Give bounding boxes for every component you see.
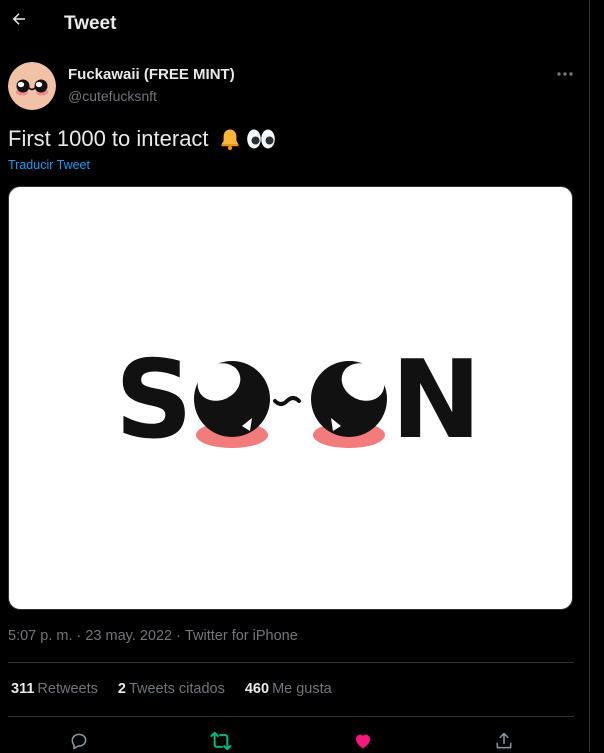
likes-count: 460 [244, 681, 270, 697]
like-icon [355, 734, 371, 749]
arrow-left-icon [12, 13, 25, 25]
retweets-stat[interactable]: 311 Retweets [11, 681, 98, 697]
meta-separator: · [176, 628, 181, 644]
tweet-actions [0, 727, 589, 752]
likes-stat[interactable]: 460 Me gusta [245, 681, 332, 697]
likes-label: Me gusta [272, 681, 332, 697]
page-title: Tweet [64, 13, 117, 34]
top-bar: Tweet [0, 0, 589, 48]
tweet-date[interactable]: 23 may. 2022 [85, 628, 172, 644]
like-button[interactable] [351, 729, 375, 753]
tweet-metadata: 5:07 p. m. · 23 may. 2022 · Twitter for iPho… [8, 628, 298, 644]
quotes-count: 2 [117, 681, 126, 697]
column-border [589, 0, 590, 752]
tweet-text: First 1000 to interact [8, 126, 276, 152]
svg-text:S: S [115, 338, 193, 463]
quotes-stat[interactable]: 2 Tweets citados [118, 681, 225, 697]
retweets-label: Retweets [37, 681, 98, 697]
svg-text:N: N [391, 338, 481, 463]
tweet-media-image[interactable]: S N [8, 186, 573, 610]
more-options-button[interactable] [552, 64, 578, 84]
meta-separator: · [76, 628, 82, 644]
divider [8, 662, 574, 663]
retweet-button[interactable] [209, 729, 233, 753]
quotes-label: Tweets citados [128, 681, 225, 697]
divider [8, 716, 574, 717]
eyes-emoji [246, 127, 276, 151]
tweet-time[interactable]: 5:07 p. m. [8, 628, 72, 644]
tweet-text-content: First 1000 to interact [8, 126, 209, 151]
share-button[interactable] [492, 729, 516, 753]
reply-button[interactable] [67, 729, 91, 753]
retweets-count: 311 [11, 681, 35, 697]
retweet-icon [210, 731, 232, 751]
reply-icon [71, 733, 87, 750]
tweet-stats: 311 Retweets 2 Tweets citados 460 Me gusta [11, 681, 332, 697]
share-icon [496, 732, 512, 749]
bell-emoji [218, 127, 242, 151]
author-display-name[interactable]: Fuckawaii (FREE MINT) [68, 66, 235, 83]
author-handle[interactable]: @cutefucksnft [68, 88, 157, 104]
tweet-client[interactable]: Twitter for iPhone [185, 628, 298, 644]
translate-tweet-link[interactable]: Traducir Tweet [8, 158, 90, 172]
back-button[interactable] [8, 8, 30, 30]
more-horizontal-icon [557, 72, 573, 76]
avatar[interactable] [8, 62, 56, 110]
